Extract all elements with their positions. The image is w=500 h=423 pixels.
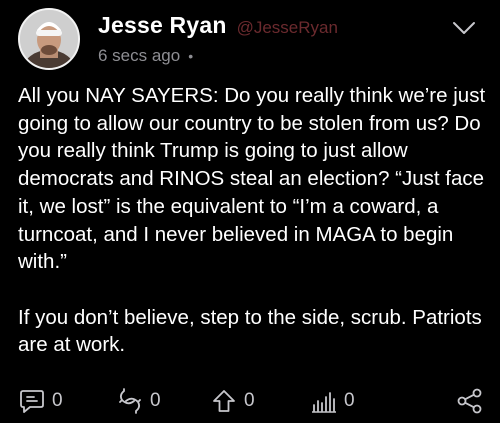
post-paragraph: If you don’t believe, step to the side, … (18, 305, 482, 357)
repost-count: 0 (150, 390, 161, 411)
repost-icon (119, 388, 141, 414)
upvote-button[interactable]: 0 (210, 385, 255, 417)
upvote-count: 0 (244, 390, 255, 411)
reply-button[interactable]: 0 (18, 385, 63, 417)
action-bar: 0 0 0 0 (0, 385, 500, 417)
post-paragraph: All you NAY SAYERS: Do you really think … (18, 84, 486, 274)
arrow-up-icon (213, 390, 235, 412)
author-display-name[interactable]: Jesse Ryan (98, 12, 227, 39)
post-timestamp: 6 secs ago (98, 46, 181, 65)
author-handle[interactable]: @JesseRyan (237, 18, 338, 38)
speech-bubble-icon (20, 390, 44, 413)
views-button[interactable]: 0 (310, 385, 355, 417)
repost-button[interactable]: 0 (116, 385, 161, 417)
chevron-down-icon (453, 22, 475, 34)
author-avatar[interactable] (18, 8, 80, 70)
share-button[interactable] (456, 385, 484, 417)
meta-separator: • (188, 48, 194, 64)
share-icon (457, 388, 482, 414)
post-meta: 6 secs ago • (98, 46, 193, 66)
avatar-photo-icon (20, 10, 78, 68)
author-name-row: Jesse Ryan @JesseRyan (98, 12, 338, 39)
post-options-button[interactable] (452, 20, 476, 36)
reply-count: 0 (52, 390, 63, 411)
post-body: All you NAY SAYERS: Do you really think … (18, 82, 492, 359)
bar-chart-icon (312, 392, 336, 413)
views-count: 0 (344, 390, 355, 411)
post-card: Jesse Ryan @JesseRyan 6 secs ago • All y… (0, 0, 500, 423)
